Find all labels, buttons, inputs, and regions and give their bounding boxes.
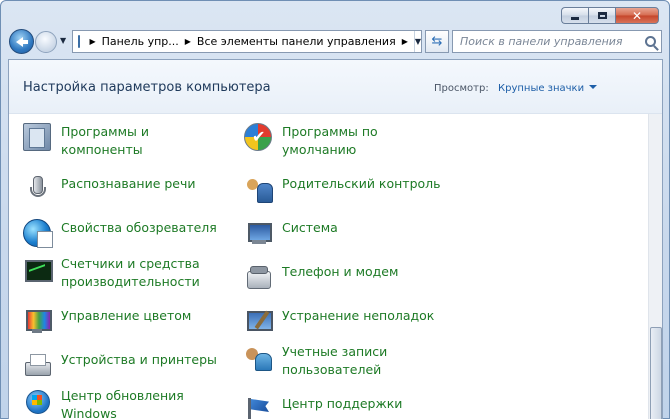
navigation-bar: ▼ ▶ Панель упр... ▶ Все элементы панели …	[7, 29, 667, 55]
item-user-accounts[interactable]: Учетные записи пользователей	[244, 343, 442, 379]
programs-icon	[23, 123, 51, 151]
color-management-icon	[23, 307, 52, 335]
item-label: Учетные записи пользователей	[282, 344, 388, 377]
item-label: Программы по умолчанию	[282, 124, 378, 157]
content-header: Настройка параметров компьютера Просмотр…	[9, 60, 662, 114]
window-frame: ✕ ▼ ▶ Панель упр... ▶ Все элементы панел…	[0, 0, 670, 419]
item-label: Распознавание речи	[61, 176, 196, 191]
default-programs-icon	[244, 123, 272, 151]
item-parental-controls[interactable]: Родительский контроль	[244, 175, 442, 203]
item-system[interactable]: Система	[244, 219, 442, 247]
item-label: Свойства обозревателя	[61, 220, 217, 235]
search-placeholder: Поиск в панели управления	[460, 35, 623, 48]
view-mode-dropdown[interactable]: Крупные значки	[498, 83, 598, 94]
close-button[interactable]: ✕	[615, 7, 659, 24]
chevron-right-icon[interactable]: ▶	[185, 37, 191, 46]
view-label: Просмотр:	[434, 83, 489, 94]
forward-button[interactable]	[35, 31, 57, 53]
caption-buttons: ✕	[561, 7, 659, 24]
recent-pages-dropdown[interactable]: ▼	[60, 36, 66, 45]
item-label: Центр поддержки	[282, 396, 403, 411]
item-label: Программы и компоненты	[61, 124, 149, 157]
item-performance[interactable]: Счетчики и средства производительности	[23, 255, 221, 291]
breadcrumb-control-panel[interactable]: Панель упр...	[102, 35, 179, 48]
refresh-button[interactable]: ⇆	[425, 30, 449, 53]
chevron-down-icon	[589, 85, 598, 89]
back-arrow-icon	[16, 37, 28, 47]
item-label: Устройства и принтеры	[61, 352, 217, 367]
search-box[interactable]: Поиск в панели управления	[452, 30, 662, 53]
minimize-icon	[571, 17, 579, 20]
item-devices-and-printers[interactable]: Устройства и принтеры	[23, 351, 221, 379]
page-title: Настройка параметров компьютера	[23, 80, 271, 95]
minimize-button[interactable]	[561, 7, 588, 24]
breadcrumb-all-items[interactable]: Все элементы панели управления	[197, 35, 396, 48]
performance-icon	[23, 255, 53, 283]
chevron-right-icon[interactable]: ▶	[402, 37, 408, 46]
item-label: Система	[282, 220, 338, 235]
back-button[interactable]	[9, 29, 34, 54]
control-panel-icon	[78, 35, 81, 48]
parental-control-icon	[244, 175, 273, 203]
item-action-center[interactable]: Центр поддержки	[244, 395, 442, 419]
refresh-icon: ⇆	[431, 34, 443, 49]
item-label: Управление цветом	[61, 308, 192, 323]
search-icon[interactable]	[645, 36, 656, 47]
address-bar[interactable]: ▶ Панель упр... ▶ Все элементы панели уп…	[72, 30, 422, 53]
item-programs-and-features[interactable]: Программы и компоненты	[23, 123, 221, 159]
maximize-icon	[597, 12, 607, 19]
item-windows-update[interactable]: Центр обновления Windows	[23, 387, 221, 419]
printer-icon	[23, 351, 51, 379]
item-troubleshooting[interactable]: Устранение неполадок	[244, 307, 442, 335]
action-center-icon	[244, 395, 272, 419]
scrollbar-thumb[interactable]	[650, 327, 662, 419]
content-pane: Настройка параметров компьютера Просмотр…	[8, 59, 663, 419]
item-color-management[interactable]: Управление цветом	[23, 307, 221, 335]
user-accounts-icon	[244, 343, 272, 371]
item-phone-and-modem[interactable]: Телефон и модем	[244, 263, 442, 291]
item-label: Центр обновления Windows	[61, 388, 184, 419]
close-icon: ✕	[631, 8, 643, 23]
microphone-icon	[23, 175, 51, 203]
internet-options-icon	[23, 219, 53, 248]
item-label: Телефон и модем	[282, 264, 399, 279]
view-mode-label: Крупные значки	[498, 83, 585, 94]
troubleshooting-icon	[244, 307, 273, 335]
chevron-right-icon[interactable]: ▶	[89, 37, 95, 46]
item-label: Счетчики и средства производительности	[61, 256, 200, 289]
address-dropdown-button[interactable]: ▼	[413, 31, 421, 52]
system-icon	[244, 219, 272, 247]
item-speech-recognition[interactable]: Распознавание речи	[23, 175, 221, 203]
maximize-button[interactable]	[588, 7, 615, 24]
item-internet-options[interactable]: Свойства обозревателя	[23, 219, 221, 248]
item-label: Родительский контроль	[282, 176, 441, 191]
item-default-programs[interactable]: Программы по умолчанию	[244, 123, 442, 159]
phone-modem-icon	[244, 263, 272, 291]
vertical-scrollbar[interactable]	[648, 114, 662, 419]
windows-update-icon	[23, 387, 51, 415]
item-label: Устранение неполадок	[282, 308, 435, 323]
